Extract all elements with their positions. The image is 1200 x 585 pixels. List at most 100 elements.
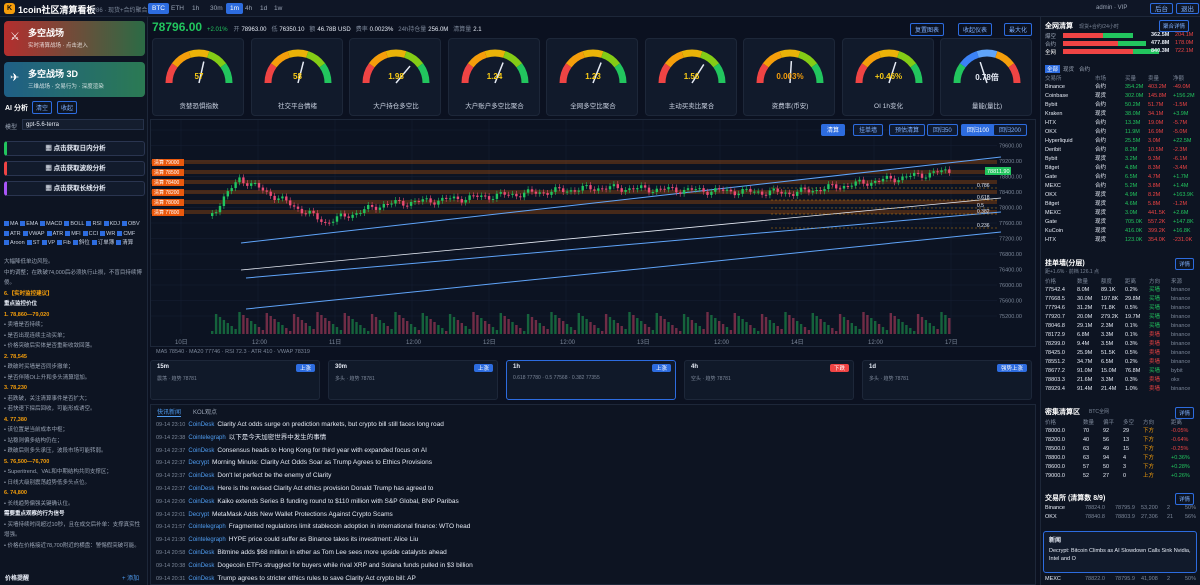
battle-3d-card[interactable]: ✈ 多空战场 3D 三维战场 · 交易行为 · 深度渲染 [4, 62, 145, 97]
news-title[interactable]: Kaiko extends Series B funding round to … [217, 498, 458, 505]
liq-row[interactable]: Deribit 合约 8.2M 10.5M -2.3M [1045, 146, 1197, 155]
liq-tab-2[interactable]: 合约 [1077, 65, 1092, 73]
news-title[interactable]: Here is the revised Clarity Act ethics p… [217, 485, 433, 492]
indicator-toggle[interactable]: 斜位 [73, 239, 90, 249]
liq-tab-0[interactable]: 全部 [1045, 65, 1061, 73]
candlestick-svg[interactable]: 80000.0079600.0079200.0078800.0078400.00… [151, 120, 1037, 348]
price-chart[interactable]: 80000.0079600.0079200.0078800.0078400.00… [150, 119, 1036, 347]
indicator-toggle[interactable]: MACD [40, 220, 62, 230]
indicator-toggle[interactable]: ATR [4, 230, 21, 240]
news-item[interactable]: 09-14 22:37 CoinDesk Consensus heads to Ho… [156, 445, 427, 457]
add-alert-button[interactable]: + 添加 [122, 573, 139, 582]
news-title[interactable]: Trump agrees to stricter ethics rules to… [217, 575, 415, 582]
liq-row[interactable]: Binance 合约 354.2M 403.2M -49.0M [1045, 83, 1197, 92]
news-item[interactable]: 09-14 21:57 Cointelegraph Fragmented regul… [156, 521, 470, 533]
liq-row[interactable]: Bybit 合约 50.2M 51.7M -1.5M [1045, 101, 1197, 110]
timeframe-card[interactable]: 4h 下跌 空头 · 趋势 78781 [684, 360, 854, 400]
liq-row[interactable]: Bybit 现货 3.2M 9.3M -6.1M [1045, 155, 1197, 164]
logout-button[interactable]: 退出 [1176, 3, 1199, 14]
interval-4h[interactable]: 4h [241, 3, 256, 14]
liq-row[interactable]: OKX 现货 4.9M 8.2M +163.9K [1045, 191, 1197, 200]
exchange-row[interactable]: Binance 78824.0 78795.9 53,200 2 50% [1045, 504, 1197, 513]
indicator-toggle[interactable]: MA [4, 220, 18, 230]
news-item[interactable]: 09-14 22:06 CoinDesk Kaiko extends Series … [156, 496, 459, 508]
news-item[interactable]: 09-14 22:37 CoinDesk Here is the revised C… [156, 483, 433, 495]
wall-row[interactable]: 78425.0 25.9M 51.5K 0.5% 卖墙 binance [1045, 349, 1197, 358]
chart-toggle-4[interactable]: 回归100 [961, 124, 996, 136]
chart-toggle-5[interactable]: 回归200 [993, 124, 1028, 136]
liq-row[interactable]: Gate 现货 705.0K 557.2K +147.8K [1045, 218, 1197, 227]
news-item[interactable]: 09-14 20:31 CoinDesk Trump agrees to stric… [156, 573, 416, 585]
news-popup[interactable]: 新闻 Decrypt: Bitcoin Climbs as AI Slowdown… [1043, 531, 1197, 573]
coin-eth[interactable]: ETH [167, 3, 188, 14]
news-item[interactable]: 09-14 22:38 Cointelegraph 以下是今天加密世界中发生的事情 [156, 432, 326, 444]
indicator-toggle[interactable]: 清算 [116, 239, 133, 249]
chart-toggle-2[interactable]: 预估清算 [889, 124, 926, 136]
news-title[interactable]: HYPE price could suffer as Binance takes… [229, 536, 419, 543]
liq-row[interactable]: OKX 合约 11.9M 16.9M -5.0M [1045, 128, 1197, 137]
liq-row[interactable]: MEXC 合约 5.2M 3.8M +1.4M [1045, 182, 1197, 191]
admin-button[interactable]: 后台 [1150, 3, 1173, 14]
wall-row[interactable]: 78551.2 34.7M 6.5M 0.2% 卖墙 binance [1045, 358, 1197, 367]
news-title[interactable]: MetaMask Adds New Wallet Protections Aga… [212, 511, 393, 518]
liq-tab-1[interactable]: 现货 [1061, 65, 1076, 73]
zone-row[interactable]: 78500.0 63 49 15 下方 -0.25% [1045, 445, 1197, 454]
zone-row[interactable]: 78800.0 63 94 4 下方 +0.36% [1045, 454, 1197, 463]
indicator-toggle[interactable]: VP [42, 239, 55, 249]
wall-row[interactable]: 78172.9 6.8M 3.3M 0.1% 卖墙 binance [1045, 331, 1197, 340]
swing-analysis-button[interactable]: ▦ 点击获取波段分析 [4, 161, 145, 176]
timeframe-card[interactable]: 15m 上涨 震荡 · 趋势 78781 [150, 360, 320, 400]
wall-row[interactable]: 78299.0 9.4M 3.5M 0.3% 卖墙 binance [1045, 340, 1197, 349]
wall-row[interactable]: 77542.4 8.0M 89.1K 0.2% 买墙 binance [1045, 286, 1197, 295]
ai-collapse-button[interactable]: 收起 [57, 101, 78, 114]
liq-row[interactable]: Kraken 现货 38.0M 34.1M +3.9M [1045, 110, 1197, 119]
wall-row[interactable]: 77920.7 20.0M 279.2K 19.7M 买墙 binance [1045, 313, 1197, 322]
chart-toggle-0[interactable]: 清算 [821, 124, 846, 136]
liq-row[interactable]: HTX 现货 123.0K 354.0K -231.0K [1045, 236, 1197, 245]
indicator-toggle[interactable]: ATR [47, 230, 64, 240]
indicator-toggle[interactable]: ST [27, 239, 40, 249]
liq-row[interactable]: KuCoin 现货 416.0K 399.2K +16.8K [1045, 227, 1197, 236]
liq-row[interactable]: Gate 合约 6.5M 4.7M +1.7M [1045, 173, 1197, 182]
longterm-analysis-button[interactable]: ▦ 点击获取长线分析 [4, 181, 145, 196]
news-item[interactable]: 09-14 22:37 Decrypt Morning Minute: Clarit… [156, 457, 432, 469]
wall-row[interactable]: 77794.6 31.2M 71.8K 0.5% 买墙 binance [1045, 304, 1197, 313]
indicator-toggle[interactable]: WR [100, 230, 115, 240]
wall-row[interactable]: 78803.3 21.6M 3.3M 0.3% 卖墙 okx [1045, 376, 1197, 385]
wall-row[interactable]: 78677.2 91.0M 15.0M 76.8M 买墙 bybit [1045, 367, 1197, 376]
interval-30m[interactable]: 30m [206, 3, 227, 14]
news-title[interactable]: Dogecoin ETFs struggled for buyers while… [217, 562, 472, 569]
model-select[interactable]: gpt-5.6-terra [22, 119, 144, 130]
news-title[interactable]: Bitmine adds $68 million in ether as Tom… [217, 549, 446, 556]
zone-row[interactable]: 78600.0 57 50 3 下方 +0.28% [1045, 463, 1197, 472]
maximize-button[interactable]: 最大化 [1004, 23, 1033, 36]
order-wall-detail-button[interactable]: 详情 [1175, 258, 1195, 270]
exchange-row[interactable]: OKX 78840.8 78803.9 27,306 21 56% [1045, 513, 1197, 522]
coin-btc[interactable]: BTC [148, 3, 169, 14]
wall-row[interactable]: 78046.8 29.1M 2.3M 0.1% 买墙 binance [1045, 322, 1197, 331]
liquidation-detail-button[interactable]: 聚合详情 [1159, 20, 1190, 32]
news-title[interactable]: Clarity Act odds surge on prediction mar… [217, 421, 444, 428]
liq-row[interactable]: MEXC 现货 3.0M 441.5K +2.6M [1045, 209, 1197, 218]
ai-clear-button[interactable]: 清空 [32, 101, 53, 114]
indicator-toggle[interactable]: OBV [122, 220, 140, 230]
wall-row[interactable]: 78929.4 91.4M 21.4M 1.0% 卖墙 binance [1045, 385, 1197, 394]
timeframe-card[interactable]: 30m 上涨 多头 · 趋势 78781 [328, 360, 498, 400]
interval-1w[interactable]: 1w [270, 3, 286, 14]
indicator-toggle[interactable]: KDJ [104, 220, 120, 230]
indicator-toggle[interactable]: Aroon [4, 239, 25, 249]
news-title[interactable]: Fragmented regulations limit stablecoin … [229, 523, 471, 530]
chart-toggle-1[interactable]: 挂单墙 [853, 124, 884, 136]
exchange-row[interactable]: MEXC 78822.0 78795.9 41,908 2 50% [1045, 575, 1197, 584]
tab-news[interactable]: 快讯新闻 [157, 407, 182, 417]
interval-1h[interactable]: 1h [188, 3, 203, 14]
collapse-gauges-button[interactable]: 收起仪表 [958, 23, 993, 36]
liq-row[interactable]: HTX 合约 13.3M 19.0M -5.7M [1045, 119, 1197, 128]
liq-row[interactable]: Bitget 合约 4.8M 8.3M -3.4M [1045, 164, 1197, 173]
news-item[interactable]: 09-14 22:37 CoinDesk Don't let perfect be … [156, 470, 331, 482]
news-item[interactable]: 09-14 20:38 CoinDesk Dogecoin ETFs struggl… [156, 560, 473, 572]
indicator-toggle[interactable]: VWAP [23, 230, 45, 240]
indicator-toggle[interactable]: EMA [20, 220, 38, 230]
zone-row[interactable]: 79000.0 52 27 0 上方 +0.26% [1045, 472, 1197, 481]
battle-card[interactable]: ⚔ 多空战场 实时清算战场 · 点击进入 [4, 21, 145, 56]
